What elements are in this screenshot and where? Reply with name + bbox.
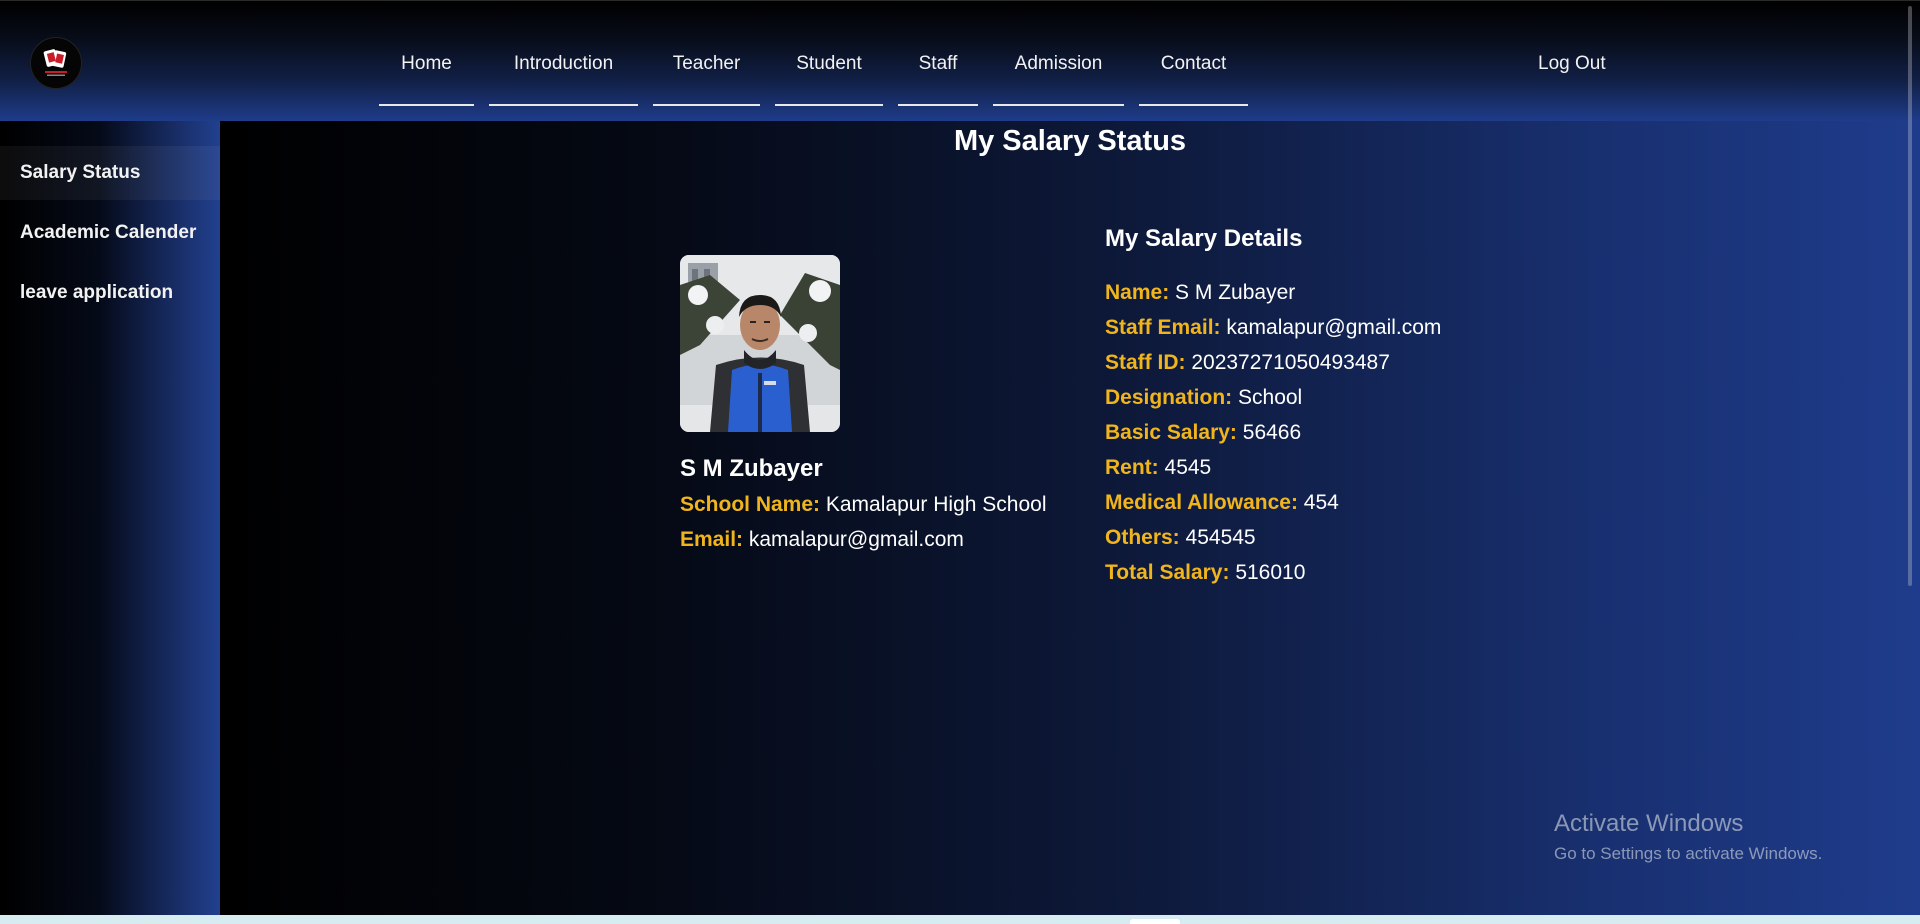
detail-value: kamalapur@gmail.com	[1226, 316, 1442, 339]
detail-label: Basic Salary:	[1105, 421, 1237, 444]
profile-name: S M Zubayer	[680, 455, 823, 482]
salary-detail-row: Name: S M Zubayer	[1105, 281, 1295, 305]
salary-detail-row: Total Salary: 516010	[1105, 561, 1305, 585]
detail-value: School	[1238, 386, 1303, 409]
detail-value: S M Zubayer	[1175, 281, 1296, 304]
salary-detail-row: Staff Email: kamalapur@gmail.com	[1105, 316, 1441, 340]
salary-detail-row: Rent: 4545	[1105, 456, 1211, 480]
nav-admission-label: Admission	[1014, 53, 1103, 74]
salary-detail-row: Medical Allowance: 454	[1105, 491, 1339, 515]
nav-staff-link[interactable]: Staff	[898, 38, 978, 106]
nav-student-label: Student	[796, 53, 862, 74]
taskbar-strip	[0, 915, 1920, 924]
nav-teacher-link[interactable]: Teacher	[653, 38, 760, 106]
detail-label: Staff Email:	[1105, 316, 1221, 339]
sidebar-item-leave-application[interactable]: leave application	[0, 266, 220, 320]
top-navbar: Home Introduction Teacher Student Staff …	[0, 0, 1920, 122]
nav-contact-link[interactable]: Contact	[1139, 38, 1248, 106]
detail-value: 4545	[1164, 456, 1212, 479]
nav-student-link[interactable]: Student	[775, 38, 883, 106]
nav-staff-label: Staff	[918, 53, 958, 74]
sidebar-item-label: Salary Status	[20, 162, 141, 183]
school-name-value: Kamalapur High School	[825, 493, 1047, 516]
school-name-label: School Name:	[680, 493, 821, 516]
school-logo-icon[interactable]	[30, 37, 82, 89]
profile-email-row: Email: kamalapur@gmail.com	[680, 528, 964, 552]
nav-home-link[interactable]: Home	[379, 38, 474, 106]
detail-value: 20237271050493487	[1191, 351, 1390, 374]
salary-details-title: My Salary Details	[1105, 225, 1303, 252]
nav-home-label: Home	[401, 53, 452, 74]
detail-value: 454545	[1185, 526, 1256, 549]
detail-value: 56466	[1242, 421, 1302, 444]
app-window: Home Introduction Teacher Student Staff …	[0, 0, 1920, 915]
detail-label: Total Salary:	[1105, 561, 1230, 584]
detail-label: Designation:	[1105, 386, 1233, 409]
page-scrollbar[interactable]	[1908, 6, 1912, 586]
detail-label: Others:	[1105, 526, 1180, 549]
email-label: Email:	[680, 528, 744, 551]
profile-school-row: School Name: Kamalapur High School	[680, 493, 1047, 517]
detail-label: Medical Allowance:	[1105, 491, 1298, 514]
sidebar-item-academic-calender[interactable]: Academic Calender	[0, 206, 220, 260]
nav-introduction-link[interactable]: Introduction	[489, 38, 638, 106]
sidebar: Salary Status Academic Calender leave ap…	[0, 121, 220, 915]
nav-teacher-label: Teacher	[672, 53, 741, 74]
nav-contact-label: Contact	[1160, 53, 1227, 74]
nav-admission-link[interactable]: Admission	[993, 38, 1124, 106]
detail-label: Rent:	[1105, 456, 1159, 479]
detail-label: Staff ID:	[1105, 351, 1186, 374]
detail-label: Name:	[1105, 281, 1170, 304]
salary-detail-row: Others: 454545	[1105, 526, 1256, 550]
logout-button[interactable]: Log Out	[1538, 53, 1606, 75]
salary-detail-row: Designation: School	[1105, 386, 1302, 410]
profile-photo	[680, 255, 840, 432]
taskbar-tab[interactable]	[1130, 919, 1180, 924]
sidebar-item-label: Academic Calender	[20, 222, 197, 243]
salary-detail-row: Basic Salary: 56466	[1105, 421, 1301, 445]
detail-value: 454	[1303, 491, 1339, 514]
sidebar-item-salary-status[interactable]: Salary Status	[0, 146, 220, 200]
page-title: My Salary Status	[953, 125, 1187, 157]
main-content: My Salary Status S M Zubayer School Name…	[220, 121, 1920, 915]
salary-detail-row: Staff ID: 20237271050493487	[1105, 351, 1390, 375]
email-value: kamalapur@gmail.com	[748, 528, 964, 551]
nav-introduction-label: Introduction	[513, 53, 614, 74]
detail-value: 516010	[1235, 561, 1306, 584]
sidebar-item-label: leave application	[20, 282, 174, 303]
